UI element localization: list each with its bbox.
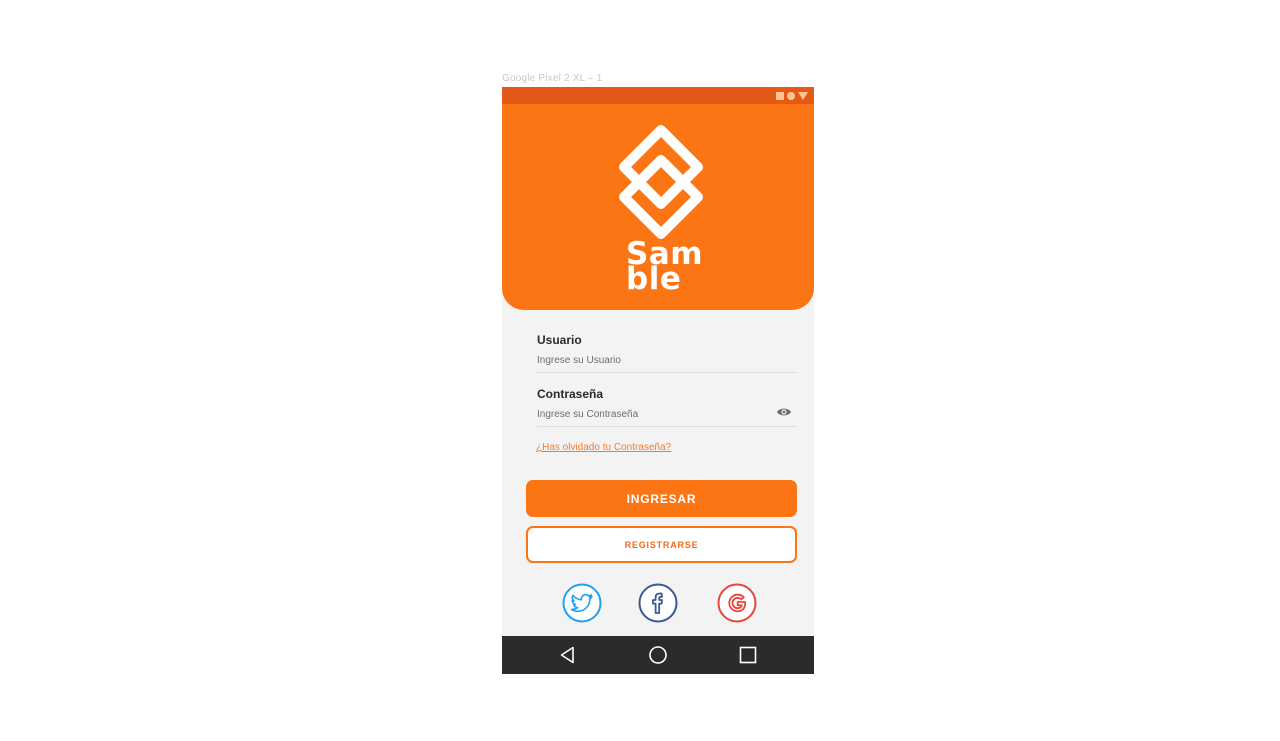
stacked-diamonds-logo <box>619 125 703 239</box>
password-field: Contraseña <box>537 387 797 427</box>
phone-screen: Sam ble Usuario Contraseña ¿Has olvidado… <box>502 87 814 674</box>
back-icon[interactable] <box>558 645 578 665</box>
facebook-icon[interactable] <box>638 583 678 623</box>
register-button[interactable]: REGISTRARSE <box>526 526 797 563</box>
twitter-icon[interactable] <box>562 583 602 623</box>
artboard-label: Google Pixel 2 XL – 1 <box>502 73 603 84</box>
brand-header: Sam ble <box>502 104 814 310</box>
triangle-icon <box>798 91 808 100</box>
brand-wordmark: Sam ble <box>626 239 703 295</box>
google-icon[interactable] <box>717 583 757 623</box>
circle-icon <box>787 91 795 100</box>
android-nav-bar <box>502 636 814 674</box>
password-label: Contraseña <box>537 387 604 401</box>
username-label: Usuario <box>537 333 582 347</box>
username-field: Usuario <box>537 333 797 373</box>
square-icon <box>776 91 784 100</box>
recents-icon[interactable] <box>738 645 758 665</box>
status-icons <box>776 91 808 100</box>
status-bar <box>502 87 814 104</box>
home-icon[interactable] <box>648 645 668 665</box>
password-input[interactable] <box>537 407 767 421</box>
login-button[interactable]: INGRESAR <box>526 480 797 517</box>
eye-icon[interactable] <box>776 406 792 418</box>
username-input[interactable] <box>537 353 767 367</box>
forgot-password-link[interactable]: ¿Has olvidado tu Contraseña? <box>536 442 671 453</box>
